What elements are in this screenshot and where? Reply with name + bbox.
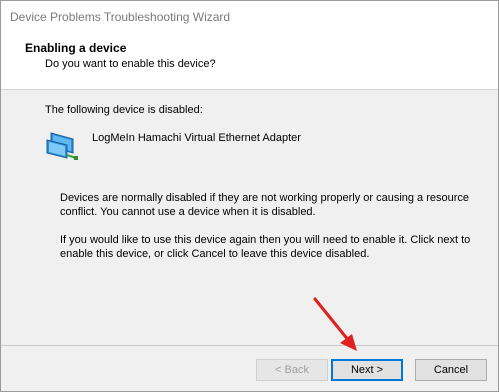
page-subtitle: Do you want to enable this device? [45,58,216,70]
button-divider [1,345,498,346]
disabled-explanation-text: Devices are normally disabled if they ar… [60,192,470,218]
device-name: LogMeIn Hamachi Virtual Ethernet Adapter [92,132,301,144]
wizard-header: Enabling a device Do you want to enable … [1,33,498,90]
wizard-window: Device Problems Troubleshooting Wizard E… [0,0,499,392]
annotation-arrow-icon [313,297,357,351]
disabled-device-intro: The following device is disabled: [45,104,203,116]
enable-instructions-text: If you would like to use this device aga… [60,234,471,260]
next-button[interactable]: Next > [331,359,403,381]
back-button[interactable]: < Back [256,359,328,381]
page-title: Enabling a device [25,41,127,55]
network-adapter-icon [46,132,78,160]
title-bar[interactable]: Device Problems Troubleshooting Wizard [1,1,498,33]
cancel-button[interactable]: Cancel [415,359,487,381]
window-title: Device Problems Troubleshooting Wizard [10,10,231,24]
